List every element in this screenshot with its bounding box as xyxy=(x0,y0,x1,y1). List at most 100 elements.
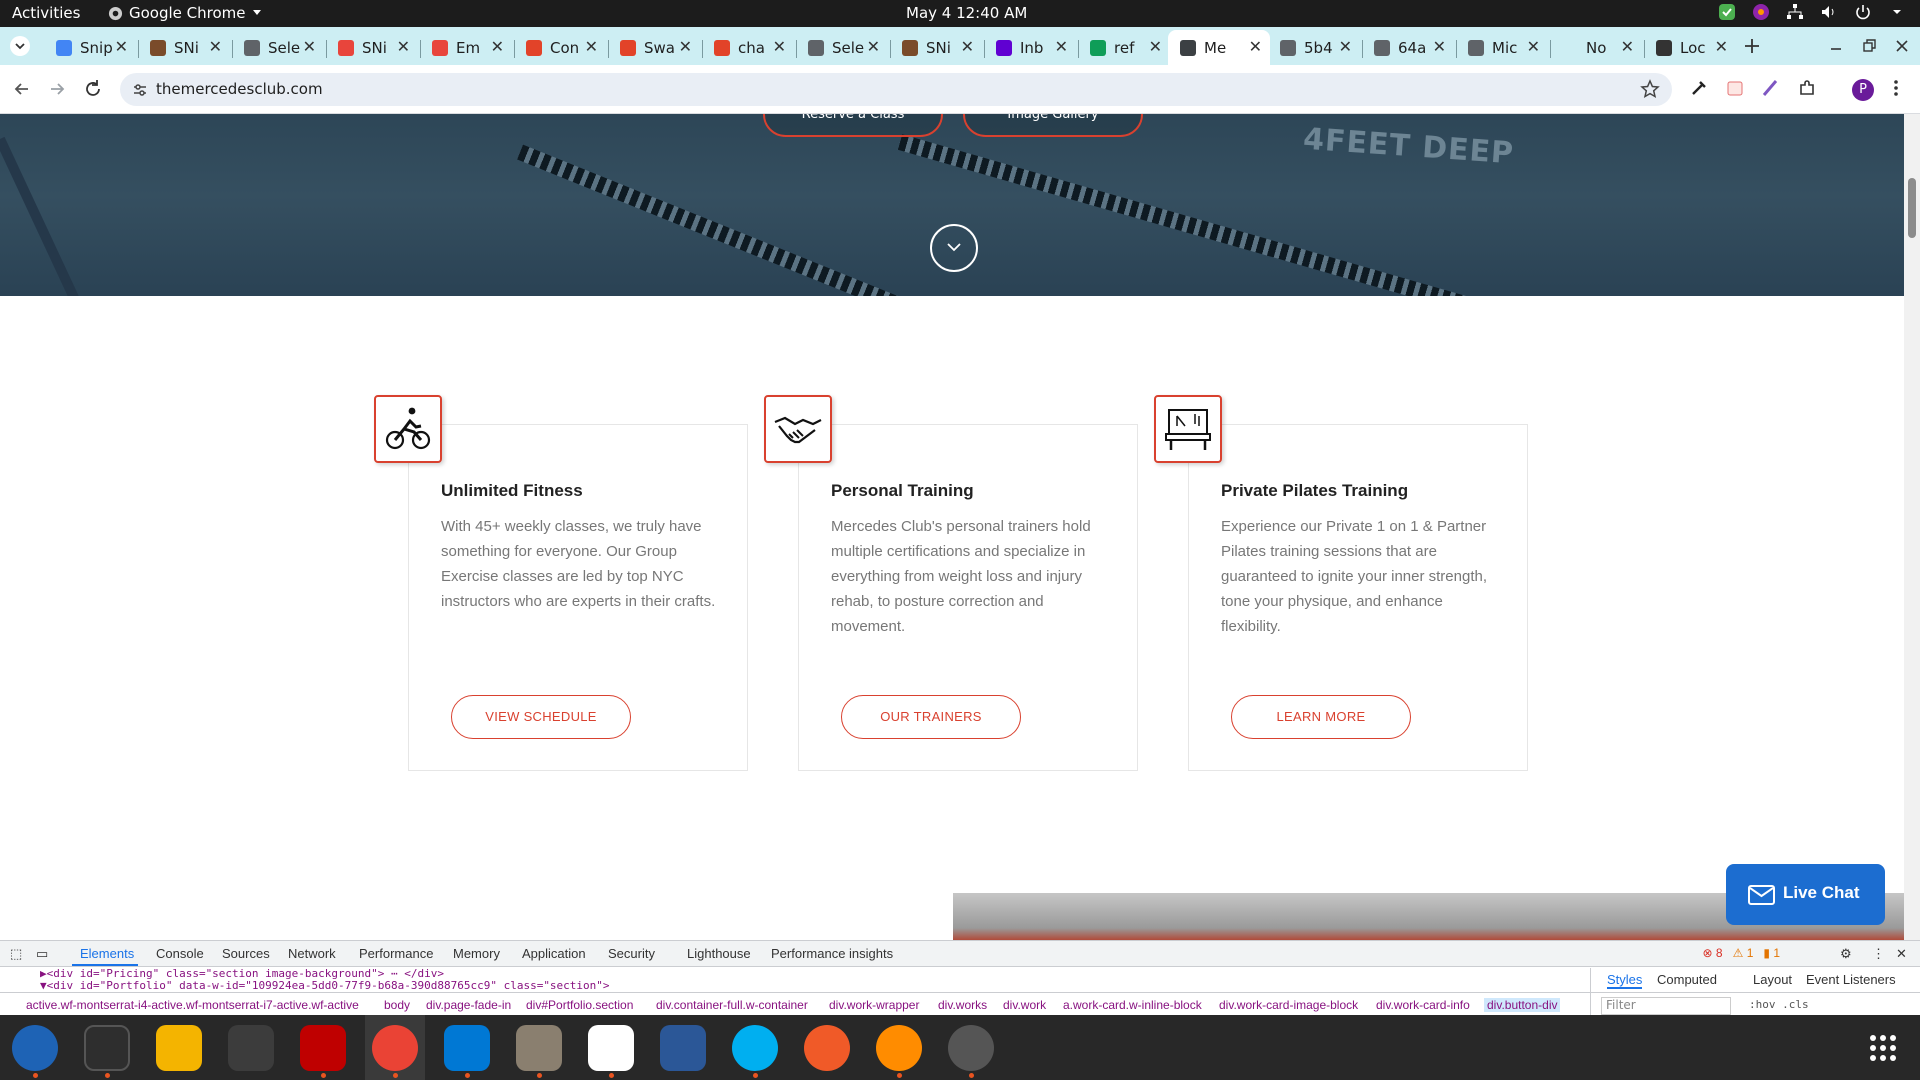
dom-breadcrumb[interactable]: div.button-div xyxy=(1484,998,1561,1012)
system-tray[interactable] xyxy=(1718,3,1906,21)
inspect-element-icon[interactable]: ⬚ xyxy=(10,946,22,962)
dom-breadcrumb[interactable]: div.work-wrapper xyxy=(829,998,919,1012)
devtools-tab-application[interactable]: Application xyxy=(522,946,586,961)
scroll-down-button[interactable] xyxy=(930,224,978,272)
dom-breadcrumb[interactable]: a.work-card.w-inline-block xyxy=(1063,998,1202,1012)
calendar-extension-icon[interactable] xyxy=(1724,77,1746,99)
network-icon[interactable] xyxy=(1786,3,1804,21)
tab-close-icon[interactable]: ✕ xyxy=(491,37,504,56)
browser-tab[interactable]: Em ✕ xyxy=(422,34,512,62)
activities-button[interactable]: Activities xyxy=(12,4,80,22)
profile-avatar[interactable]: P xyxy=(1852,79,1874,101)
thunderbird-icon[interactable] xyxy=(12,1025,58,1071)
extensions-puzzle-icon[interactable] xyxy=(1796,77,1818,99)
devtools-tab-performance-insights[interactable]: Performance insights xyxy=(771,946,893,961)
volume-icon[interactable] xyxy=(1820,3,1838,21)
terminal-icon[interactable] xyxy=(84,1025,130,1071)
browser-tab[interactable]: cha ✕ xyxy=(704,34,794,62)
pen-extension-icon[interactable] xyxy=(1760,77,1782,99)
tab-close-icon[interactable]: ✕ xyxy=(961,37,974,56)
tab-close-icon[interactable]: ✕ xyxy=(303,37,316,56)
browser-tab[interactable]: No ✕ xyxy=(1552,34,1642,62)
tab-close-icon[interactable]: ✕ xyxy=(397,37,410,56)
browser-tab[interactable]: Sele ✕ xyxy=(234,34,324,62)
dom-breadcrumb[interactable]: active.wf-montserrat-i4-active.wf-montse… xyxy=(26,998,359,1012)
browser-tab[interactable]: Swa ✕ xyxy=(610,34,700,62)
devtools-settings-icon[interactable]: ⚙ xyxy=(1840,946,1852,962)
styles-filter-input[interactable]: Filter xyxy=(1601,997,1731,1015)
dom-breadcrumb[interactable]: div.container-full.w-container xyxy=(656,998,808,1012)
our-trainers-button[interactable]: OUR TRAINERS xyxy=(841,695,1021,739)
devtools-tab-sources[interactable]: Sources xyxy=(222,946,270,961)
url-text[interactable]: themercedesclub.com xyxy=(156,80,323,98)
tab-close-icon[interactable]: ✕ xyxy=(1339,37,1352,56)
device-toggle-icon[interactable]: ▭ xyxy=(36,946,48,962)
browser-tab[interactable]: Me ✕ xyxy=(1168,30,1270,65)
power-icon[interactable] xyxy=(1854,3,1872,21)
dom-breadcrumb[interactable]: div.work-card-image-block xyxy=(1219,998,1358,1012)
restore-icon[interactable] xyxy=(1858,35,1880,57)
reserve-class-button[interactable]: Reserve a Class xyxy=(763,114,943,137)
devtools-tab-lighthouse[interactable]: Lighthouse xyxy=(687,946,751,961)
dom-breadcrumb[interactable]: div.page-fade-in xyxy=(426,998,511,1012)
calculator-icon[interactable] xyxy=(156,1025,202,1071)
vscode-icon[interactable] xyxy=(444,1025,490,1071)
tab-close-icon[interactable]: ✕ xyxy=(585,37,598,56)
dom-tree[interactable]: ▶<div id="Pricing" class="section image-… xyxy=(0,968,1590,992)
tab-close-icon[interactable]: ✕ xyxy=(773,37,786,56)
image-gallery-button[interactable]: Image Gallery xyxy=(963,114,1143,137)
chrome-icon[interactable] xyxy=(372,1025,418,1071)
tab-close-icon[interactable]: ✕ xyxy=(1715,37,1728,56)
page-scrollbar[interactable] xyxy=(1904,114,1920,940)
dom-breadcrumb[interactable]: div.work-card-info xyxy=(1376,998,1470,1012)
devtools-close-icon[interactable]: ✕ xyxy=(1896,946,1907,962)
address-bar[interactable]: themercedesclub.com xyxy=(120,73,1672,106)
files-icon[interactable] xyxy=(516,1025,562,1071)
hov-cls-toggles[interactable]: :hov .cls xyxy=(1749,998,1809,1011)
browser-tab[interactable]: SNi ✕ xyxy=(328,34,418,62)
tab-close-icon[interactable]: ✕ xyxy=(1527,37,1540,56)
computed-tab[interactable]: Computed xyxy=(1657,972,1717,987)
disk-app-icon[interactable] xyxy=(948,1025,994,1071)
tab-close-icon[interactable]: ✕ xyxy=(679,37,692,56)
devtools-tab-memory[interactable]: Memory xyxy=(453,946,500,961)
card-unlimited-fitness[interactable]: Unlimited Fitness With 45+ weekly classe… xyxy=(408,424,748,771)
eyedropper-extension-icon[interactable] xyxy=(1688,77,1710,99)
browser-tab[interactable]: Sele ✕ xyxy=(798,34,888,62)
dom-breadcrumb[interactable]: div.works xyxy=(938,998,987,1012)
forward-icon[interactable] xyxy=(46,78,68,100)
postman-icon[interactable] xyxy=(804,1025,850,1071)
bookmark-star-icon[interactable] xyxy=(1640,79,1660,99)
minimize-icon[interactable] xyxy=(1825,35,1847,57)
scrollbar-thumb[interactable] xyxy=(1908,178,1916,238)
close-window-icon[interactable] xyxy=(1891,35,1913,57)
view-schedule-button[interactable]: VIEW SCHEDULE xyxy=(451,695,631,739)
skype-icon[interactable] xyxy=(732,1025,778,1071)
system-monitor-icon[interactable] xyxy=(228,1025,274,1071)
dom-breadcrumb[interactable]: body xyxy=(384,998,410,1012)
caret-down-icon[interactable] xyxy=(1888,3,1906,21)
tab-close-icon[interactable]: ✕ xyxy=(209,37,222,56)
devtools-tab-elements[interactable]: Elements xyxy=(80,946,134,961)
new-tab-icon[interactable] xyxy=(1741,35,1763,57)
styles-tab[interactable]: Styles xyxy=(1607,972,1643,989)
browser-tab[interactable]: Inb ✕ xyxy=(986,34,1076,62)
tab-close-icon[interactable]: ✕ xyxy=(1249,37,1262,56)
event-listeners-tab[interactable]: Event Listeners xyxy=(1806,972,1896,987)
browser-tab[interactable]: Loc ✕ xyxy=(1646,34,1736,62)
devtools-tab-security[interactable]: Security xyxy=(608,946,655,961)
devtools-tab-console[interactable]: Console xyxy=(156,946,204,961)
dom-node[interactable]: ▼<div id="Portfolio" data-w-id="109924ea… xyxy=(0,980,1590,992)
color-picker-icon[interactable] xyxy=(1752,3,1770,21)
site-info-icon[interactable] xyxy=(132,82,148,98)
browser-tab[interactable]: SNi ✕ xyxy=(140,34,230,62)
tab-search-icon[interactable] xyxy=(9,35,31,57)
devtools-status[interactable]: ⊗ 8 ⚠ 1 ▮ 1 xyxy=(1703,946,1780,960)
clock[interactable]: May 4 12:40 AM xyxy=(906,4,1027,22)
dom-breadcrumb[interactable]: div#Portfolio.section xyxy=(526,998,633,1012)
browser-tab[interactable]: SNi ✕ xyxy=(892,34,982,62)
document-viewer-icon[interactable] xyxy=(660,1025,706,1071)
browser-tab[interactable]: ref ✕ xyxy=(1080,34,1170,62)
tab-close-icon[interactable]: ✕ xyxy=(115,37,128,56)
devtools-tab-performance[interactable]: Performance xyxy=(359,946,433,961)
